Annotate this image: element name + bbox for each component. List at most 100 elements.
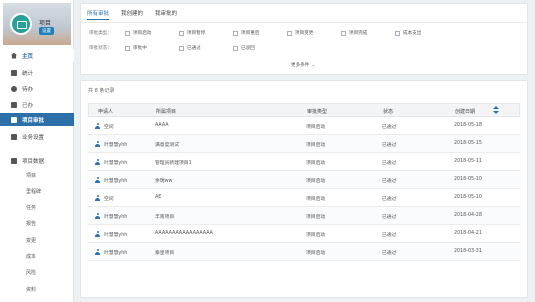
sidebar-sub-milestone[interactable]: 里程碑	[0, 185, 74, 198]
bar-chart-icon	[11, 157, 17, 164]
cell-status: 已通过	[382, 251, 397, 256]
cell-project: AAAAAAAAAAAAAAAAA	[155, 231, 213, 236]
table-row[interactable]: 叶慧慧yhh 余瑞ww 项目启动 已通过 2018-05-10	[88, 171, 520, 189]
sidebar-item-label: 待办	[22, 86, 34, 93]
more-conditions-toggle[interactable]: 更多条件 ⌄	[291, 62, 315, 68]
cell-type: 项目启动	[306, 215, 326, 220]
cell-project: AE	[155, 195, 162, 200]
sidebar-sub-change[interactable]: 变更	[0, 234, 74, 247]
cell-applicant: 空间	[104, 197, 114, 202]
filter-status-label: 审批状态：	[89, 46, 112, 51]
cell-type: 项目启动	[306, 251, 326, 256]
sidebar: 项目 设置 主页 统计 待办 已办 项目审批 业务设置 项目数据 项目 里程碑 …	[0, 0, 74, 302]
column-header-applicant[interactable]: 申请人	[98, 108, 113, 115]
table-row[interactable]: 叶慧慧yhh 丰南项目 项目启动 已通过 2018-04-28	[88, 207, 520, 225]
cell-status: 已通过	[382, 143, 397, 148]
checkbox[interactable]	[341, 30, 346, 36]
table-row[interactable]: 叶慧慧yhh AAAAAAAAAAAAAAAAA 项目启动 已通过 2018-04-21	[88, 225, 520, 243]
tab-bar: 所有审批 我创建的 我审批的	[87, 9, 189, 20]
checkbox-label: 已通过	[187, 46, 201, 51]
cell-type: 项目启动	[306, 125, 326, 130]
cell-applicant: 叶慧慧yhh	[104, 215, 128, 220]
user-icon	[95, 123, 100, 129]
sidebar-item-label: 主页	[22, 53, 34, 60]
cell-project: AAAA	[155, 123, 169, 128]
sidebar-item-done[interactable]: 已办	[0, 98, 74, 111]
sidebar-sub-documents[interactable]: 资料	[0, 283, 74, 296]
checkbox-label: 已驳回	[241, 46, 255, 51]
todo-icon	[11, 85, 17, 92]
sidebar-section-label: 项目数据	[22, 158, 45, 165]
sidebar-sub-task[interactable]: 任务	[0, 201, 74, 214]
cell-applicant: 叶慧慧yhh	[104, 143, 128, 148]
column-header-status[interactable]: 状态	[383, 108, 393, 115]
tab-approved-by-me[interactable]: 我审批的	[155, 9, 177, 20]
tab-created-by-me[interactable]: 我创建的	[121, 9, 143, 20]
cell-type: 项目启动	[306, 143, 326, 148]
approval-icon	[11, 116, 17, 123]
column-header-type[interactable]: 审批类型	[307, 108, 327, 115]
settings-badge[interactable]: 设置	[39, 27, 54, 35]
table-row[interactable]: 空间 AAAA 项目启动 已通过 2018-05-18	[88, 117, 520, 135]
cell-type: 项目启动	[306, 197, 326, 202]
cell-status: 已通过	[382, 233, 397, 238]
column-header-date[interactable]: 创建日期	[455, 108, 475, 115]
filter-status-pending[interactable]: 审批中	[125, 45, 147, 51]
sidebar-item-business-settings[interactable]: 业务设置	[0, 130, 74, 143]
project-avatar-icon	[10, 13, 32, 35]
column-header-project[interactable]: 所属项目	[156, 108, 176, 115]
checkbox[interactable]	[233, 45, 238, 51]
sidebar-item-home[interactable]: 主页	[0, 49, 74, 62]
checkbox-label: 成本支出	[403, 31, 422, 36]
table-row[interactable]: 空间 AE 项目启动 已通过 2018-05-10	[88, 189, 520, 207]
cell-project: 余瑞ww	[155, 179, 173, 184]
filter-type-start[interactable]: 项目启动	[125, 30, 151, 36]
cell-applicant: 叶慧慧yhh	[104, 251, 128, 256]
checkbox[interactable]	[179, 45, 184, 51]
sidebar-sub-report[interactable]: 报告	[0, 217, 74, 230]
filter-status-approved[interactable]: 已通过	[179, 45, 201, 51]
cell-date: 2018-05-10	[454, 177, 482, 182]
sidebar-item-label: 统计	[22, 70, 34, 77]
filter-type-restart[interactable]: 项目重启	[233, 30, 259, 36]
profile-card: 项目 设置	[3, 3, 71, 45]
cell-date: 2018-04-21	[454, 231, 482, 236]
sidebar-item-stats[interactable]: 统计	[0, 66, 74, 79]
cell-date: 2018-05-15	[454, 141, 482, 146]
filter-type-cost[interactable]: 成本支出	[395, 30, 421, 36]
sidebar-sub-project[interactable]: 项目	[0, 169, 74, 182]
filter-status-rejected[interactable]: 已驳回	[233, 45, 255, 51]
checkbox[interactable]	[125, 30, 130, 36]
sidebar-item-label: 业务设置	[22, 134, 45, 141]
profile-name: 项目	[39, 20, 52, 27]
cell-status: 已通过	[382, 197, 397, 202]
sidebar-sub-risk[interactable]: 风险	[0, 266, 74, 279]
chart-icon	[11, 69, 17, 76]
sidebar-item-todo[interactable]: 待办	[0, 82, 74, 95]
sidebar-item-project-approval[interactable]: 项目审批	[0, 113, 74, 126]
checkbox-label: 项目启动	[133, 31, 152, 36]
checkbox[interactable]	[287, 30, 292, 36]
filter-panel: 所有审批 我创建的 我审批的 审批类型： 项目启动 项目暂停 项目重启 项目变更…	[80, 3, 528, 75]
sidebar-sub-cost[interactable]: 成本	[0, 250, 74, 263]
table-row[interactable]: 叶慧慧yhh 满意度测试 项目启动 已通过 2018-05-15	[88, 135, 520, 153]
checkbox[interactable]	[395, 30, 400, 36]
sidebar-section-project-data[interactable]: 项目数据	[0, 154, 74, 167]
checkbox[interactable]	[179, 30, 184, 36]
sort-icon[interactable]	[493, 106, 499, 115]
table-row[interactable]: 叶慧慧yhh 秦皇项目 项目启动 已通过 2018-03-31	[88, 243, 520, 261]
cell-status: 已通过	[382, 179, 397, 184]
filter-type-change[interactable]: 项目变更	[287, 30, 313, 36]
user-icon	[95, 177, 100, 183]
table-row[interactable]: 叶慧慧yhh 管理员新建项目1 项目启动 已通过 2018-05-11	[88, 153, 520, 171]
cell-date: 2018-03-31	[454, 249, 482, 254]
checkbox[interactable]	[233, 30, 238, 36]
checkbox[interactable]	[125, 45, 130, 51]
filter-type-pause[interactable]: 项目暂停	[179, 30, 205, 36]
cell-applicant: 叶慧慧yhh	[104, 161, 128, 166]
filter-type-complete[interactable]: 项目完成	[341, 30, 367, 36]
cell-type: 项目启动	[306, 233, 326, 238]
tab-all-approvals[interactable]: 所有审批	[87, 9, 110, 20]
cell-date: 2018-04-28	[454, 213, 482, 218]
user-icon	[95, 249, 100, 255]
